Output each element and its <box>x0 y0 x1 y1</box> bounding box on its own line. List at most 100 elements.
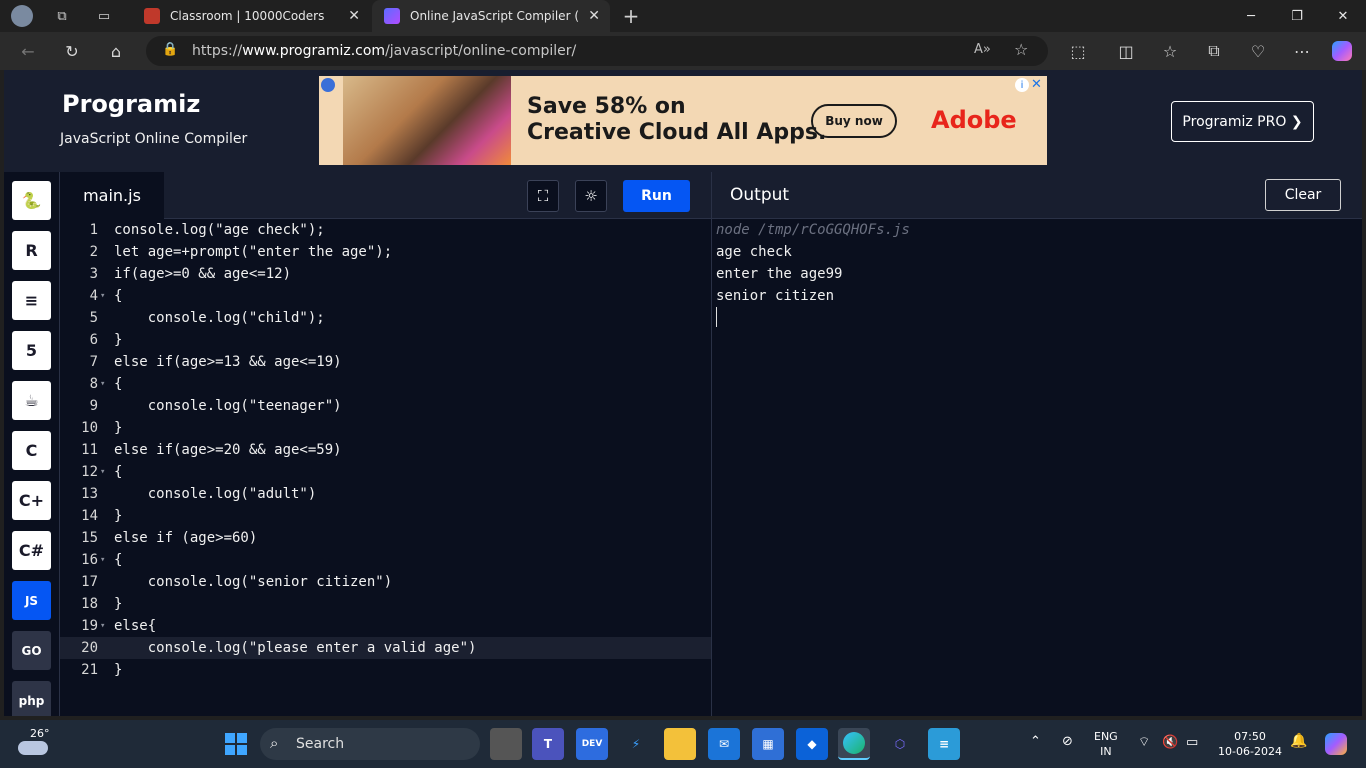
code-line[interactable]: 1 console.log("age check"); <box>60 219 711 241</box>
favorite-star-icon[interactable]: ☆ <box>1014 40 1028 59</box>
ad-artwork-image <box>343 76 511 165</box>
file-tab-main-js[interactable]: main.js <box>60 172 164 219</box>
tab-programiz[interactable]: Online JavaScript Compiler (Edito ✕ <box>372 0 610 32</box>
advertisement-banner[interactable]: Save 58% on Creative Cloud All Apps. Buy … <box>319 76 1047 165</box>
output-command: node /tmp/rCoGGQHOFs.js <box>716 222 910 238</box>
url-text[interactable]: https://www.programiz.com/javascript/onl… <box>192 43 576 59</box>
dropbox-icon[interactable]: ◆ <box>796 728 828 760</box>
favorites-icon[interactable]: ☆ <box>1156 38 1184 64</box>
code-line-active[interactable]: 20 console.log("please enter a valid age… <box>60 637 711 659</box>
code-line[interactable]: 12 ▾{ <box>60 461 711 483</box>
code-line[interactable]: 11 else if(age>=20 && age<=59) <box>60 439 711 461</box>
ad-close-icon[interactable]: ✕ <box>1031 77 1042 92</box>
code-editor[interactable]: 1 console.log("age check"); 2 let age=+pro… <box>60 219 711 716</box>
run-button[interactable]: Run <box>623 180 690 212</box>
code-line[interactable]: 18} <box>60 593 711 615</box>
task-view-icon[interactable] <box>490 728 522 760</box>
show-hidden-icons-icon[interactable]: ⌃ <box>1030 734 1041 749</box>
weather-widget[interactable]: 26° <box>14 727 54 761</box>
code-line[interactable]: 5 console.log("child"); <box>60 307 711 329</box>
more-options-icon[interactable]: ⋯ <box>1288 38 1316 64</box>
minimize-button[interactable]: ─ <box>1228 0 1274 32</box>
copilot-taskbar-icon[interactable] <box>1320 728 1352 760</box>
output-console[interactable]: node /tmp/rCoGGQHOFs.js age check enter … <box>711 219 1362 716</box>
ad-buy-now-button[interactable]: Buy now <box>811 104 897 138</box>
split-screen-icon[interactable]: ◫ <box>1112 38 1140 64</box>
code-line[interactable]: 21} <box>60 659 711 681</box>
code-line[interactable]: 8 ▾{ <box>60 373 711 395</box>
code-line[interactable]: 9 console.log("teenager") <box>60 395 711 417</box>
sql-icon[interactable]: ≡ <box>12 281 51 320</box>
code-line[interactable]: 14} <box>60 505 711 527</box>
theme-toggle-icon[interactable]: ☼ <box>575 180 607 212</box>
c-icon[interactable]: C <box>12 431 51 470</box>
java-icon[interactable]: ☕ <box>12 381 51 420</box>
taskbar-search[interactable]: ⌕ Search <box>260 728 480 760</box>
csharp-icon[interactable]: C# <box>12 531 51 570</box>
start-icon[interactable] <box>220 728 252 760</box>
fullscreen-icon[interactable]: ⛶ <box>527 180 559 212</box>
python-icon[interactable]: 🐍 <box>12 181 51 220</box>
edge-icon[interactable] <box>838 728 870 760</box>
code-line[interactable]: 2 let age=+prompt("enter the age"); <box>60 241 711 263</box>
code-line[interactable]: 7 else if(age>=13 && age<=19) <box>60 351 711 373</box>
code-line[interactable]: 6} <box>60 329 711 351</box>
address-bar[interactable]: 🔒 https://www.programiz.com/javascript/o… <box>146 36 1048 66</box>
code-line[interactable]: 19 ▾ else{ <box>60 615 711 637</box>
code-line[interactable]: 13 console.log("adult") <box>60 483 711 505</box>
html-icon[interactable]: 5 <box>12 331 51 370</box>
code-line[interactable]: 3 if(age>=0 && age<=12) <box>60 263 711 285</box>
copilot-app-icon[interactable]: ⬡ <box>884 728 916 760</box>
home-icon[interactable]: ⌂ <box>102 38 130 64</box>
vscode-icon[interactable]: ⚡ <box>620 728 652 760</box>
profile-avatar[interactable] <box>10 4 34 28</box>
tab-actions-icon[interactable]: ▭ <box>92 4 116 28</box>
copilot-icon[interactable] <box>1328 38 1356 64</box>
cpp-icon[interactable]: C+ <box>12 481 51 520</box>
lock-icon[interactable]: 🔒 <box>162 42 178 57</box>
go-icon[interactable]: GO <box>12 631 51 670</box>
read-aloud-icon[interactable]: A» <box>974 42 991 57</box>
tab-classroom[interactable]: Classroom | 10000Coders ✕ <box>132 0 370 32</box>
site-header: Programiz JavaScript Online Compiler Sav… <box>4 70 1362 172</box>
close-tab-icon[interactable]: ✕ <box>348 8 360 24</box>
search-label: Search <box>296 736 345 752</box>
programiz-logo[interactable]: Programiz <box>62 90 200 118</box>
programiz-pro-button[interactable]: Programiz PRO ❯ <box>1171 101 1314 142</box>
back-icon[interactable]: ← <box>14 38 42 64</box>
store-icon[interactable]: ▦ <box>752 728 784 760</box>
r-icon[interactable]: R <box>12 231 51 270</box>
battery-saver-icon[interactable]: ⊘ <box>1062 734 1073 749</box>
collections-icon[interactable]: ⧉ <box>1200 38 1228 64</box>
code-line[interactable]: 17 console.log("senior citizen") <box>60 571 711 593</box>
js-icon[interactable]: JS <box>12 581 51 620</box>
language-indicator[interactable]: ENG IN <box>1094 729 1118 759</box>
teams-icon[interactable]: T <box>532 728 564 760</box>
clear-button[interactable]: Clear <box>1265 179 1341 211</box>
ad-info-icon[interactable]: i <box>1015 78 1029 92</box>
notepad-icon[interactable]: ≡ <box>928 728 960 760</box>
code-line[interactable]: 10} <box>60 417 711 439</box>
performance-icon[interactable]: ♡ <box>1244 38 1272 64</box>
new-tab-icon[interactable]: + <box>619 4 643 28</box>
workspaces-icon[interactable]: ⧉ <box>50 4 74 28</box>
classroom-favicon-icon <box>144 8 160 24</box>
extensions-icon[interactable]: ⬚ <box>1064 38 1092 64</box>
close-window-button[interactable]: ✕ <box>1320 0 1366 32</box>
code-line[interactable]: 16 ▾{ <box>60 549 711 571</box>
battery-icon[interactable]: ▭ <box>1186 735 1198 750</box>
notifications-icon[interactable]: 🔔 <box>1290 734 1307 749</box>
refresh-icon[interactable]: ↻ <box>58 38 86 64</box>
code-line[interactable]: 4 ▾{ <box>60 285 711 307</box>
file-explorer-icon[interactable] <box>664 728 696 760</box>
clock[interactable]: 07:50 10-06-2024 <box>1218 729 1282 759</box>
mail-icon[interactable]: ✉ <box>708 728 740 760</box>
wifi-icon[interactable]: ⌔ <box>1138 735 1150 750</box>
restore-button[interactable]: ❐ <box>1274 0 1320 32</box>
close-tab-icon[interactable]: ✕ <box>588 8 600 24</box>
volume-muted-icon[interactable]: 🔇 <box>1162 735 1178 750</box>
php-icon[interactable]: php <box>12 681 51 716</box>
code-line[interactable]: 15 else if (age>=60) <box>60 527 711 549</box>
dev-home-icon[interactable]: DEV <box>576 728 608 760</box>
weather-temperature: 26° <box>30 727 50 740</box>
